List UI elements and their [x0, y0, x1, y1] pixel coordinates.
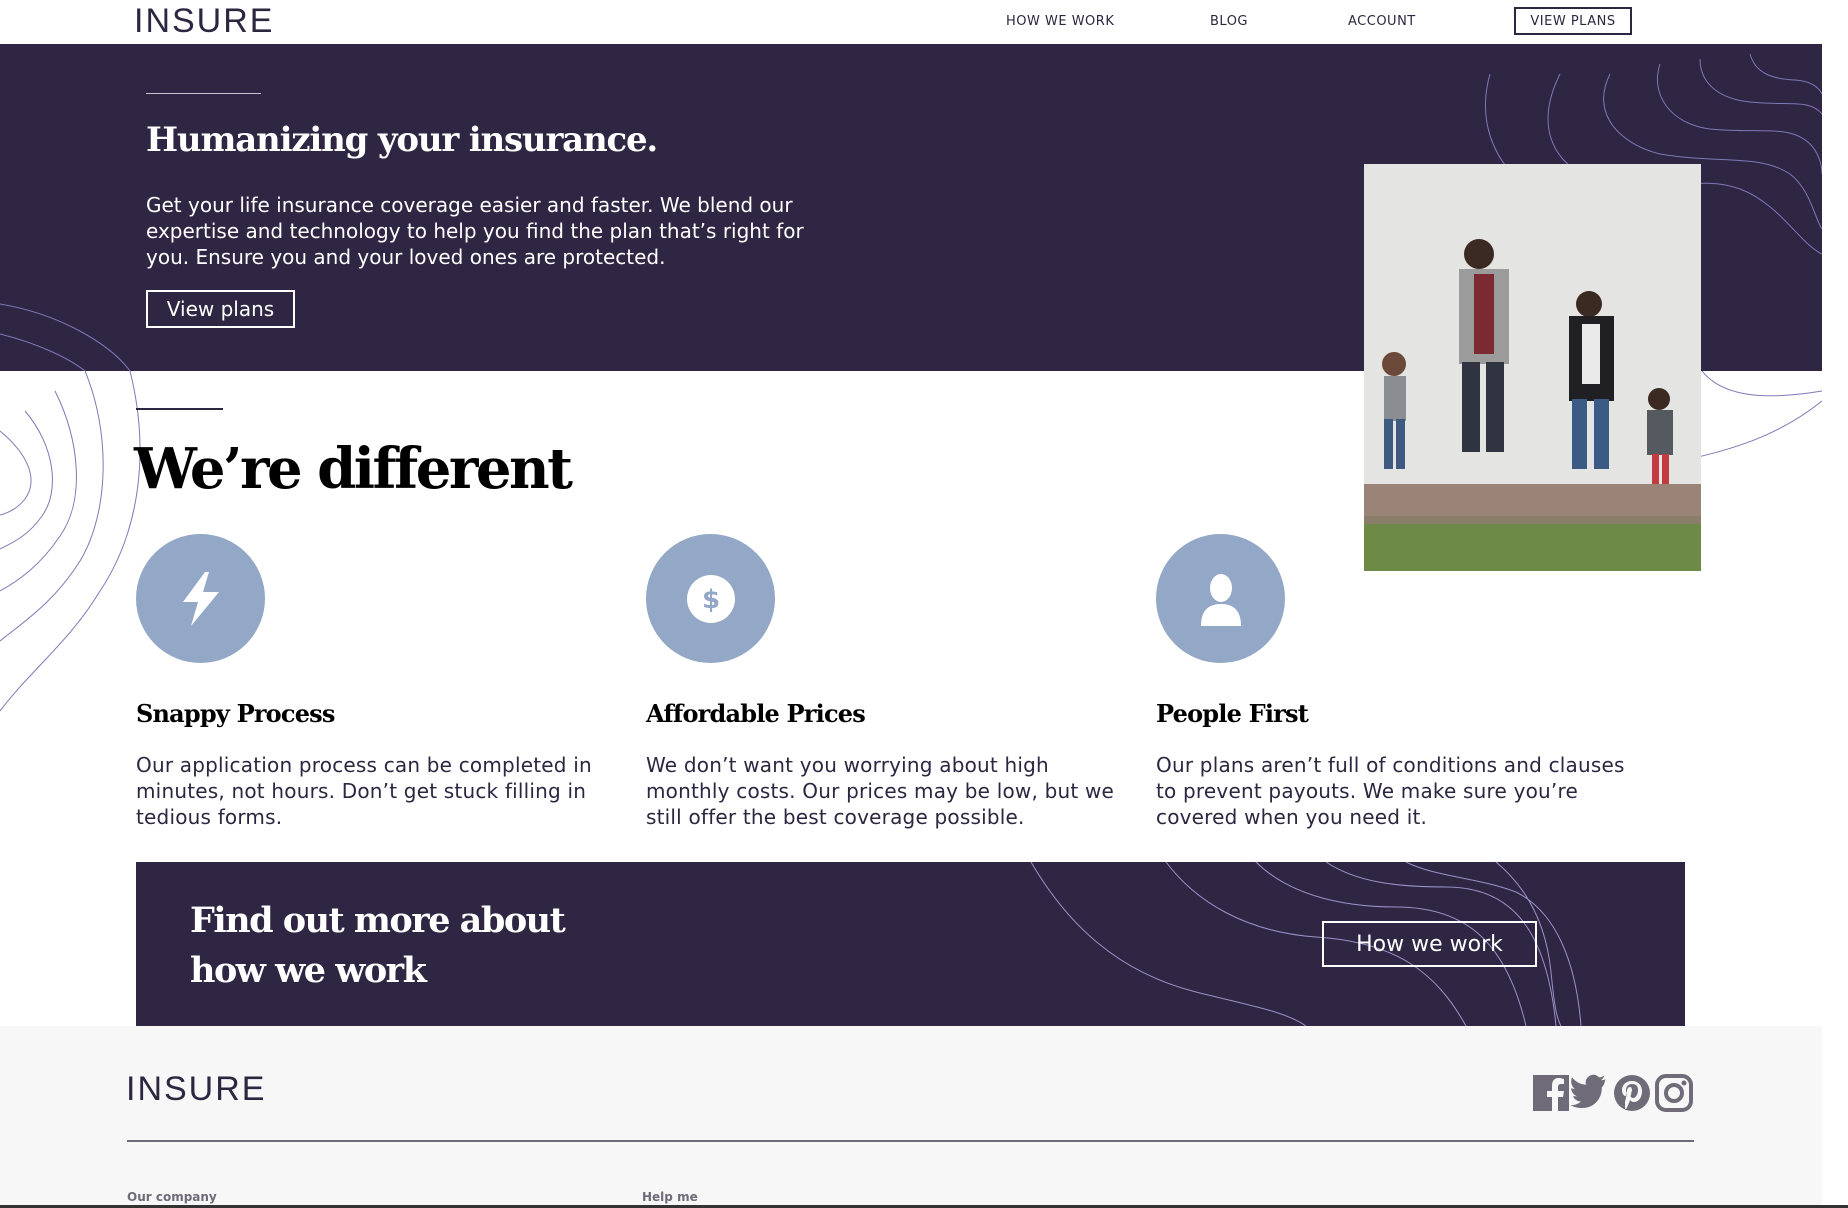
- hero-divider: [146, 93, 261, 94]
- family-photo: [1364, 164, 1701, 571]
- person-icon: [1200, 573, 1241, 626]
- footer-heading-our-company: Our company: [127, 1190, 217, 1204]
- family-illustration: [1364, 164, 1701, 571]
- site-logo[interactable]: INSURE: [134, 2, 274, 41]
- footer-divider: [127, 1140, 1694, 1142]
- nav-blog[interactable]: BLOG: [1210, 14, 1248, 29]
- site-header: INSURE HOW WE WORK BLOG ACCOUNT VIEW PLA…: [0, 0, 1822, 44]
- facebook-icon[interactable]: [1532, 1074, 1570, 1112]
- svg-text:$: $: [701, 585, 719, 615]
- site-footer: INSURE Our company Help me: [0, 1026, 1822, 1208]
- pinterest-icon[interactable]: [1613, 1074, 1651, 1112]
- feature-snappy-process: Snappy Process Our application process c…: [136, 534, 606, 830]
- feature-people-first: People First Our plans aren’t full of co…: [1156, 534, 1626, 830]
- feature-icon-circle: [136, 534, 265, 663]
- feature-affordable-prices: $ Affordable Prices We don’t want you wo…: [646, 534, 1116, 830]
- different-divider: [136, 408, 223, 410]
- how-we-work-button[interactable]: How we work: [1322, 921, 1537, 967]
- feature-text: We don’t want you worrying about high mo…: [646, 753, 1115, 829]
- cta-title: Find out more about how we work: [190, 900, 566, 991]
- feature-title: Affordable Prices: [646, 699, 866, 728]
- nav-account[interactable]: ACCOUNT: [1348, 14, 1416, 29]
- feature-text: Our application process can be completed…: [136, 753, 592, 829]
- twitter-icon[interactable]: [1571, 1074, 1609, 1112]
- dollar-icon: $: [686, 574, 735, 623]
- lightning-icon: [182, 571, 219, 626]
- hero-text: Get your life insurance coverage easier …: [146, 193, 804, 269]
- footer-logo[interactable]: INSURE: [126, 1070, 266, 1109]
- view-plans-button[interactable]: View plans: [146, 290, 295, 328]
- hero-title: Humanizing your insurance.: [146, 120, 658, 160]
- instagram-icon[interactable]: [1655, 1074, 1693, 1112]
- page: INSURE HOW WE WORK BLOG ACCOUNT VIEW PLA…: [0, 0, 1822, 1208]
- feature-text: Our plans aren’t full of conditions and …: [1156, 753, 1625, 829]
- feature-icon-circle: [1156, 534, 1285, 663]
- feature-icon-circle: $: [646, 534, 775, 663]
- feature-title: People First: [1156, 699, 1309, 728]
- view-plans-nav-button[interactable]: VIEW PLANS: [1514, 7, 1632, 35]
- feature-title: Snappy Process: [136, 699, 335, 728]
- nav-how-we-work[interactable]: HOW WE WORK: [1006, 14, 1114, 29]
- how-we-work-cta: Find out more about how we work How we w…: [136, 862, 1685, 1026]
- window-scrollbar-gutter: [1822, 0, 1848, 1208]
- different-title: We’re different: [134, 436, 573, 502]
- right-contour-lines: [1682, 371, 1822, 462]
- footer-heading-help-me: Help me: [642, 1190, 698, 1204]
